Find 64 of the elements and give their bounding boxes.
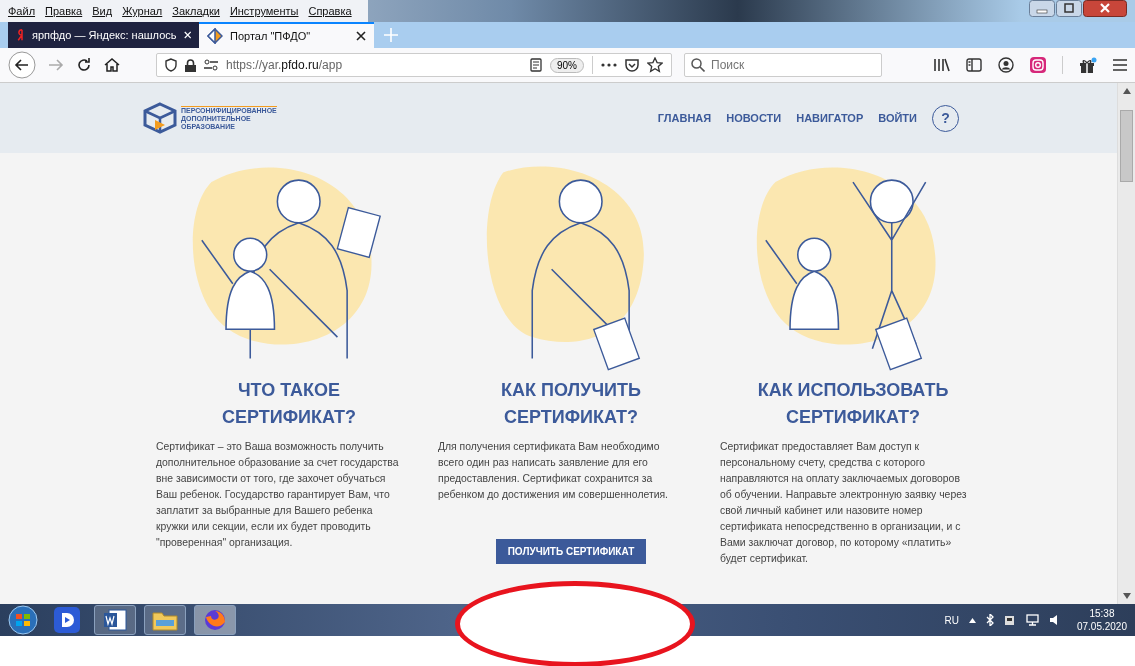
menu-item[interactable]: Вид [92, 5, 113, 17]
word-document-icon [103, 609, 127, 631]
scrollbar[interactable] [1117, 83, 1135, 604]
more-icon[interactable] [601, 63, 617, 67]
address-bar[interactable]: https://yar.pfdo.ru/app 90% [156, 53, 672, 77]
scroll-thumb[interactable] [1120, 110, 1133, 182]
browser-tab[interactable]: Портал "ПФДО" [199, 22, 374, 48]
lock-icon [185, 58, 196, 72]
cube-logo-icon[interactable] [143, 102, 177, 134]
section-title: КАК ИСПОЛЬЗОВАТЬ СЕРТИФИКАТ? [757, 379, 949, 429]
clock[interactable]: 15:38 07.05.2020 [1076, 607, 1127, 633]
zoom-badge[interactable]: 90% [550, 57, 584, 73]
menu-item[interactable]: Файл [8, 5, 36, 17]
menu-item[interactable]: Справка [308, 5, 352, 17]
language-indicator[interactable]: RU [944, 614, 959, 626]
section-title: ЧТО ТАКОЕ СЕРТИФИКАТ? [221, 379, 357, 429]
letter-logo-icon [16, 27, 25, 43]
scroll-down-icon[interactable] [1122, 593, 1131, 599]
taskbar-button[interactable] [94, 605, 136, 635]
diamond-logo-icon [207, 28, 223, 44]
get-certificate-button[interactable]: ПОЛУЧИТЬ СЕРТИФИКАТ [495, 539, 647, 564]
folder-icon [152, 609, 178, 631]
gift-icon[interactable] [1079, 56, 1097, 74]
device-icon[interactable] [1003, 614, 1016, 626]
menu-item[interactable]: Журнал [122, 5, 163, 17]
start-orb-icon[interactable] [6, 605, 40, 635]
taskbar-button[interactable] [144, 605, 186, 635]
reload-icon[interactable] [76, 57, 92, 73]
play-app-icon[interactable] [54, 607, 80, 633]
nav-link[interactable]: НАВИГАТОР [796, 112, 864, 124]
menu-icon[interactable] [1113, 59, 1127, 71]
section-text: Для получения сертификата Вам необходимо всего один раз написать заявление для его предоставления. Сертификат сохранится за ребенком до достижения им совершеннолетия. [437, 440, 669, 502]
fox-globe-icon [203, 608, 227, 632]
pocket-icon[interactable] [625, 58, 639, 72]
nav-link[interactable]: ГЛАВНАЯ [657, 112, 712, 124]
sidebar-icon[interactable] [966, 58, 982, 72]
library-icon[interactable] [934, 58, 950, 72]
permissions-icon [204, 59, 218, 71]
star-icon[interactable] [647, 57, 663, 73]
bluetooth-icon[interactable] [985, 614, 994, 626]
close-icon[interactable] [1083, 0, 1127, 17]
camera-icon[interactable] [1030, 57, 1046, 73]
section-text: Сертификат – это Ваша возможность получить дополнительное образование за счет государства вне зависимости от того, где захочет обучаться Ваш ребенок. Государство гарантирует Вам, что заплатит за выбранные для Вашего ребенка кружки или секции, если их будет проводить "проверенная" организация. [155, 440, 400, 550]
close-icon[interactable] [356, 31, 366, 41]
tray-arrow-icon[interactable] [968, 617, 976, 623]
minimize-icon[interactable] [1029, 0, 1055, 17]
network-icon[interactable] [1025, 614, 1039, 626]
search-field[interactable]: Поиск [684, 53, 882, 77]
menu-item[interactable]: Правка [45, 5, 83, 17]
browser-tab[interactable]: ярпфдо — Яндекс: нашлось [8, 22, 199, 48]
menu-item[interactable]: Закладки [172, 5, 220, 17]
section-text: Сертификат предоставляет Вам доступ к персональному счету, средства с которого направляются на оплату заключаемых договоров об обучении. Направьте электронную заявку через свой личный кабинет или назовите номер сертификата непосредственно в организации, и с Вами заключат договор, по которому «платить» будет сертификат. [719, 440, 968, 566]
section-title: КАК ПОЛУЧИТЬ СЕРТИФИКАТ? [501, 379, 641, 429]
nav-link[interactable]: НОВОСТИ [726, 112, 782, 124]
reader-view-icon[interactable] [530, 58, 542, 72]
home-icon[interactable] [104, 57, 120, 73]
url-text: https://yar.pfdo.ru/app [226, 58, 344, 72]
scroll-up-icon[interactable] [1122, 88, 1131, 94]
account-icon[interactable] [998, 57, 1014, 73]
back-icon[interactable] [8, 51, 36, 79]
menu-item[interactable]: Инструменты [229, 5, 299, 17]
shield-icon [165, 58, 177, 72]
maximize-icon[interactable] [1056, 0, 1082, 17]
nav-link[interactable]: ВОЙТИ [878, 112, 917, 124]
